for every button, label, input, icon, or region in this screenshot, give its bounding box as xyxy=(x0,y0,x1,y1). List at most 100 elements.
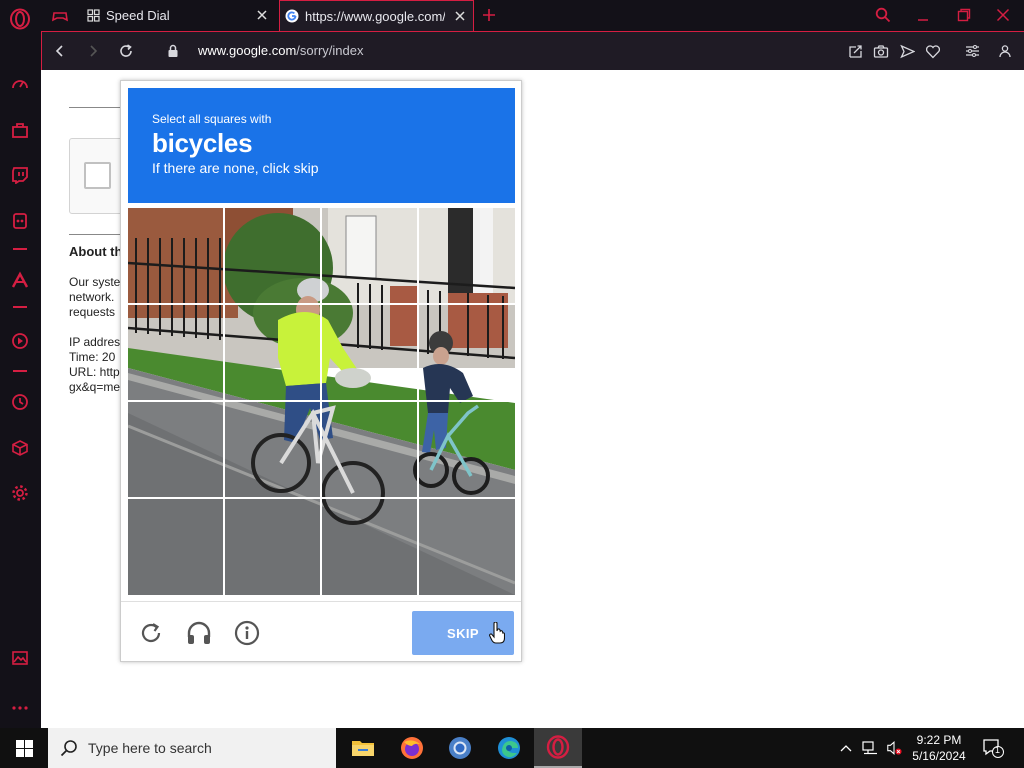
volume-muted-icon[interactable] xyxy=(886,740,902,756)
search-icon xyxy=(60,739,78,762)
back-icon[interactable] xyxy=(50,41,70,61)
grid-tile[interactable] xyxy=(322,208,417,303)
grid-tile[interactable] xyxy=(225,402,320,497)
clock-time: 9:22 PM xyxy=(916,733,962,747)
notification-count: 1 xyxy=(995,745,1001,755)
forward-icon[interactable] xyxy=(83,41,103,61)
challenge-footer: SKIP xyxy=(121,601,521,661)
paragraph-line: requests xyxy=(69,305,116,319)
reload-icon[interactable] xyxy=(116,41,136,61)
recaptcha-challenge: Select all squares with bicycles If ther… xyxy=(120,80,522,662)
grid-tile[interactable] xyxy=(419,208,514,303)
time-line: Time: 20 xyxy=(69,350,116,364)
easy-setup-menu-icon[interactable] xyxy=(963,42,981,60)
chrome-app[interactable] xyxy=(436,728,484,768)
taskbar-search-box[interactable]: Type here to search xyxy=(48,728,336,768)
grid-tile[interactable] xyxy=(322,402,417,497)
show-hidden-icons-icon[interactable] xyxy=(838,740,854,756)
close-window-icon[interactable] xyxy=(994,6,1012,24)
send-icon[interactable] xyxy=(898,42,916,60)
ip-address-line: IP addres xyxy=(69,335,121,349)
grid-tile[interactable] xyxy=(128,402,223,497)
speed-dial-icon xyxy=(87,9,100,22)
minimize-icon[interactable] xyxy=(914,6,932,24)
extensions-icon[interactable] xyxy=(8,436,32,460)
grid-tile[interactable] xyxy=(128,499,223,594)
challenge-header: Select all squares with bicycles If ther… xyxy=(128,88,515,203)
chrome-icon xyxy=(449,737,471,759)
grid-tile[interactable] xyxy=(225,208,320,303)
search-tabs-icon[interactable] xyxy=(874,6,892,24)
opera-gx-icon xyxy=(546,735,570,759)
url-path: /sorry/index xyxy=(296,43,364,58)
new-tab-icon[interactable] xyxy=(481,7,497,23)
reload-icon[interactable] xyxy=(138,620,164,646)
settings-icon[interactable] xyxy=(8,481,32,505)
grid-tile[interactable] xyxy=(322,305,417,400)
grid-tile[interactable] xyxy=(322,499,417,594)
tab-strip: Speed Dial https://www.google.com/sorry/… xyxy=(41,0,1024,31)
challenge-instruction: Select all squares with xyxy=(152,112,272,126)
start-button[interactable] xyxy=(0,728,48,768)
grid-tile[interactable] xyxy=(419,402,514,497)
gx-corner-icon[interactable] xyxy=(8,118,32,142)
paragraph-line: network. xyxy=(69,290,115,304)
more-icon[interactable] xyxy=(8,696,32,720)
challenge-hint: If there are none, click skip xyxy=(152,160,319,176)
tab-island-icon[interactable] xyxy=(51,8,69,24)
clock-date: 5/16/2024 xyxy=(912,749,966,763)
info-icon[interactable] xyxy=(234,620,260,646)
firefox-icon xyxy=(401,737,423,759)
tab-label: https://www.google.com/sorry/index xyxy=(305,8,445,24)
heart-icon[interactable] xyxy=(924,42,942,60)
audio-challenge-icon[interactable] xyxy=(186,620,212,646)
url-domain: www.google.com xyxy=(198,43,297,58)
twitch-icon[interactable] xyxy=(8,163,32,187)
discord-icon[interactable] xyxy=(8,209,32,233)
search-placeholder: Type here to search xyxy=(88,740,212,756)
restore-icon[interactable] xyxy=(955,6,973,24)
tab-label: Speed Dial xyxy=(106,8,170,23)
hand-cursor-icon xyxy=(489,621,506,649)
url-line: URL: http xyxy=(69,365,120,379)
challenge-image-grid xyxy=(128,208,515,595)
tab-google-sorry[interactable]: https://www.google.com/sorry/index xyxy=(279,0,474,31)
aria-icon[interactable] xyxy=(8,268,32,292)
file-explorer-app[interactable] xyxy=(339,728,387,768)
grid-tile[interactable] xyxy=(419,305,514,400)
wallpaper-icon[interactable] xyxy=(8,646,32,670)
snapshot-icon[interactable] xyxy=(872,42,890,60)
gx-control-icon[interactable] xyxy=(8,72,32,96)
opera-gx-sidebar xyxy=(0,0,41,728)
recaptcha-checkbox[interactable] xyxy=(84,162,111,189)
paragraph-line: Our syste xyxy=(69,275,121,289)
edge-app[interactable] xyxy=(485,728,533,768)
network-icon[interactable] xyxy=(862,740,878,756)
close-tab-icon[interactable] xyxy=(255,8,269,22)
easy-setup-icon[interactable] xyxy=(846,42,864,60)
profile-icon[interactable] xyxy=(996,42,1014,60)
address-bar: www.google.com/sorry/index xyxy=(41,31,1024,70)
sidebar-separator xyxy=(13,370,27,372)
windows-logo-icon xyxy=(15,739,33,757)
action-center-button[interactable]: 1 xyxy=(982,738,1004,758)
grid-tile[interactable] xyxy=(128,305,223,400)
close-tab-icon[interactable] xyxy=(453,9,467,23)
about-heading: About th xyxy=(69,244,123,259)
grid-tile[interactable] xyxy=(225,305,320,400)
challenge-target: bicycles xyxy=(152,128,253,158)
url-text[interactable]: www.google.com/sorry/index xyxy=(198,43,363,58)
firefox-app[interactable] xyxy=(388,728,436,768)
grid-tile[interactable] xyxy=(128,208,223,303)
history-icon[interactable] xyxy=(8,390,32,414)
player-icon[interactable] xyxy=(8,329,32,353)
tab-speed-dial[interactable]: Speed Dial xyxy=(81,0,275,31)
opera-gx-app[interactable] xyxy=(534,728,582,768)
file-explorer-icon xyxy=(352,741,374,756)
grid-tile[interactable] xyxy=(419,499,514,594)
lock-icon[interactable] xyxy=(163,41,183,61)
opera-menu-icon[interactable] xyxy=(8,7,32,31)
taskbar-clock[interactable]: 9:22 PM 5/16/2024 xyxy=(906,732,972,764)
sidebar-separator xyxy=(13,306,27,308)
grid-tile[interactable] xyxy=(225,499,320,594)
